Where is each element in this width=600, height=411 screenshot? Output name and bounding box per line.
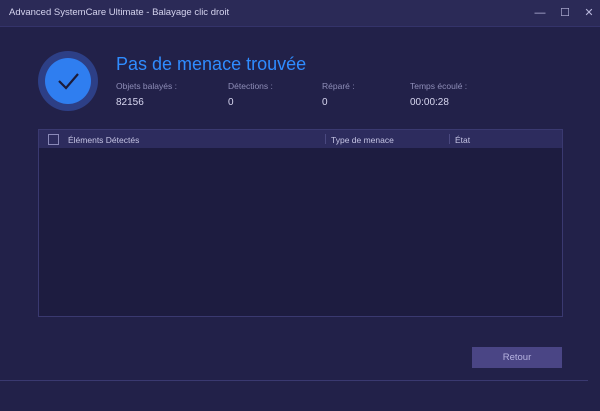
detections-table: Éléments Détectés Type de menace État [38, 129, 563, 317]
check-icon [58, 73, 79, 90]
minimize-button[interactable]: — [531, 4, 549, 22]
stat-elapsed: Temps écoulé :00:00:28 [410, 81, 468, 108]
column-divider [325, 134, 326, 144]
column-status[interactable]: État [455, 135, 470, 145]
status-badge [38, 51, 98, 111]
footer-divider [0, 380, 588, 381]
stat-detections: Détections :0 [228, 81, 273, 108]
table-header: Éléments Détectés Type de menace État [39, 130, 562, 148]
select-all-checkbox[interactable] [48, 134, 59, 145]
stat-repaired: Réparé :0 [322, 81, 355, 108]
window-title: Advanced SystemCare Ultimate - Balayage … [9, 7, 230, 18]
stat-scanned: Objets balayés :82156 [116, 81, 177, 108]
result-headline: Pas de menace trouvée [116, 54, 307, 74]
back-button[interactable]: Retour [472, 347, 562, 368]
title-bar: Advanced SystemCare Ultimate - Balayage … [0, 0, 600, 27]
column-divider [449, 134, 450, 144]
maximize-button[interactable]: ☐ [556, 4, 574, 22]
column-threat-type[interactable]: Type de menace [331, 135, 394, 145]
close-button[interactable]: ✕ [580, 4, 598, 22]
column-detected-items[interactable]: Éléments Détectés [68, 135, 139, 145]
